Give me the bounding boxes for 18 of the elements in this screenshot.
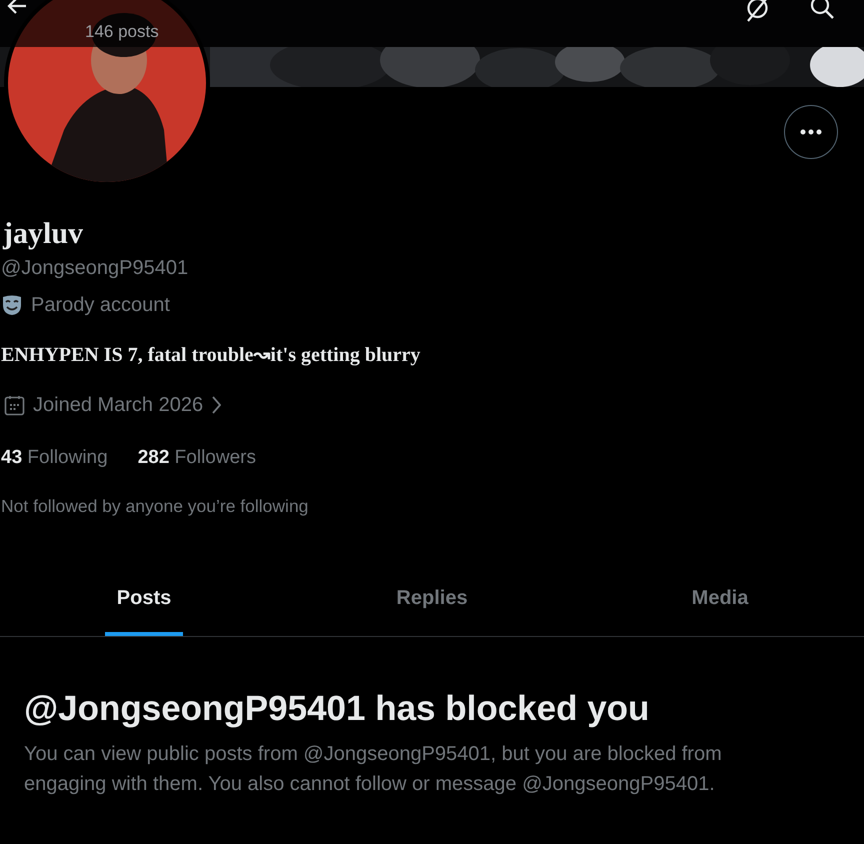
profile-tab[interactable]: Media (680, 564, 760, 636)
profile-tab[interactable]: Posts (104, 564, 184, 636)
blocked-message: You can view public posts from @JongseongP95401, but you are blocked from engaging with them. You also cannot follow or message @JongseongP95401. (24, 742, 723, 797)
display-name: jayluv (2, 216, 84, 252)
account-label: Parody account (31, 293, 170, 318)
bio-text: ENHYPEN IS 7, fatal trouble↝it's getting blurry (1, 343, 420, 368)
following-link[interactable]: 43 Following (1, 444, 108, 472)
mask-icon (1, 294, 23, 316)
mutuals-note: Not followed by anyone you’re following (1, 494, 308, 518)
more-icon (800, 129, 822, 135)
calendar-icon (4, 394, 25, 416)
user-handle: @JongseongP95401 (1, 256, 188, 281)
chevron-right-icon (211, 396, 222, 414)
join-date: Joined March 2026 (33, 393, 204, 418)
blocked-title: @JongseongP95401 has blocked you (24, 688, 650, 730)
profile-tab[interactable]: Replies (384, 564, 480, 636)
more-button[interactable] (784, 105, 838, 159)
followers-link[interactable]: 282 Followers (138, 444, 256, 472)
